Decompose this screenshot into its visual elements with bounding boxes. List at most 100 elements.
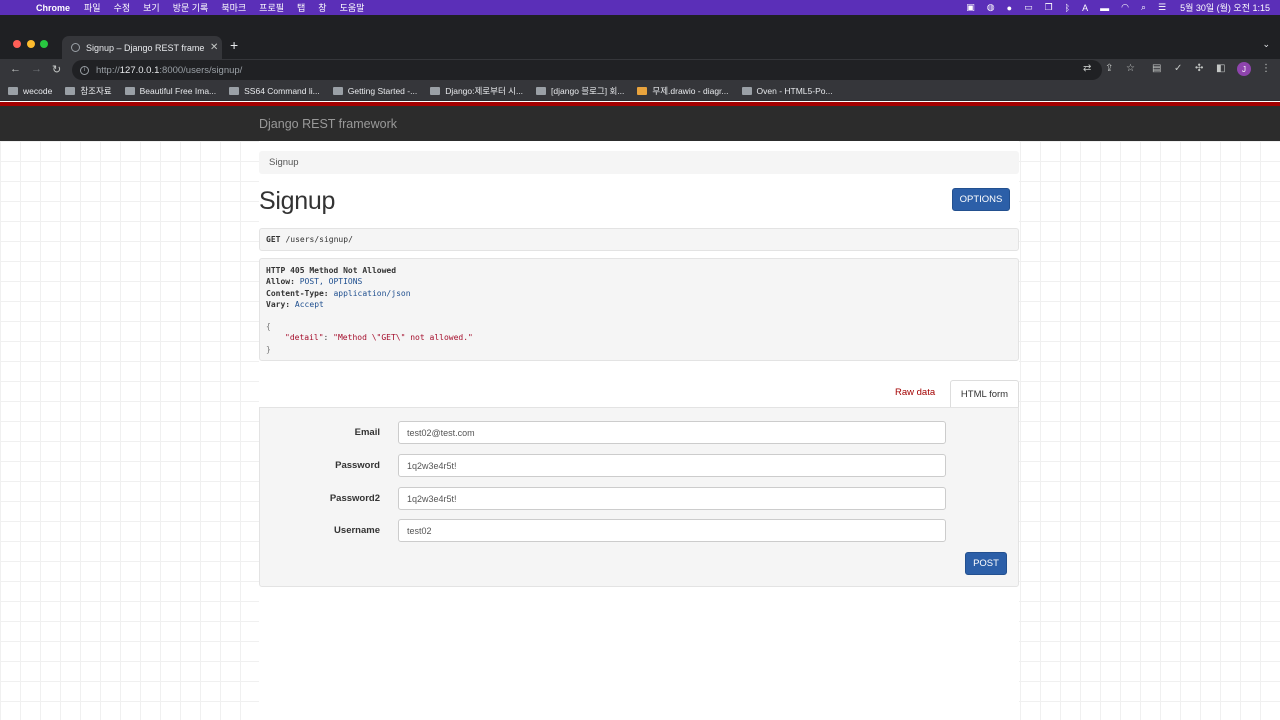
site-icon	[332, 86, 343, 95]
html-form-panel: Email Password Password2 Username POST	[259, 407, 1019, 587]
extension-b-icon[interactable]: ✓	[1174, 63, 1182, 74]
folder-icon	[8, 86, 18, 95]
browser-tab-active[interactable]: Signup – Django REST framew ✕	[62, 36, 222, 59]
browser-toolbar: ← → ↻ i http://127.0.0.1:8000/users/sign…	[0, 59, 1280, 81]
back-arrow-icon[interactable]: ←	[10, 63, 21, 75]
content-container: Signup Signup OPTIONS GET /users/signup/…	[259, 141, 1019, 720]
form-row-username: Username	[260, 519, 1020, 542]
menubar-clock[interactable]: 5월 30일 (월) 오전 1:15	[1180, 1, 1270, 14]
more-menu-icon[interactable]: ⋮	[1261, 63, 1271, 74]
menu-history[interactable]: 방문 기록	[173, 1, 209, 14]
side-panel-icon[interactable]: ◧	[1216, 63, 1225, 74]
extension-a-icon[interactable]: ▤	[1152, 63, 1161, 74]
email-field[interactable]	[398, 421, 946, 444]
address-bar[interactable]: i http://127.0.0.1:8000/users/signup/	[72, 60, 1102, 80]
control-center-icon[interactable]: ☰	[1158, 2, 1166, 13]
display-icon[interactable]: ▭	[1024, 2, 1033, 13]
window-icon[interactable]: ❐	[1045, 2, 1053, 13]
password-field[interactable]	[398, 454, 946, 477]
request-info: GET /users/signup/	[259, 228, 1019, 251]
url-scheme: http://	[96, 64, 120, 76]
bookmark-item[interactable]: Beautiful Free Ima...	[124, 86, 216, 96]
status-tray: ▣ ◍ ● ▭ ❐ ᛒ A ▬ ◠ ⌕ ☰ 5월 30일 (월) 오전 1:15	[954, 0, 1270, 15]
url-path: :8000/users/signup/	[159, 64, 243, 76]
site-icon	[536, 86, 547, 95]
site-icon	[430, 86, 441, 95]
tab-close-icon[interactable]: ✕	[210, 42, 218, 53]
window-close-button[interactable]	[13, 40, 21, 48]
breadcrumb: Signup	[259, 151, 1019, 174]
site-icon	[741, 86, 752, 95]
bookmark-item[interactable]: [django 블로그] 회...	[536, 85, 624, 97]
menu-view[interactable]: 보기	[143, 1, 160, 14]
notification-icon[interactable]: ●	[1007, 3, 1012, 13]
forward-arrow-icon[interactable]: →	[31, 63, 42, 75]
username-field[interactable]	[398, 519, 946, 542]
menu-edit[interactable]: 수정	[114, 1, 131, 14]
extensions-puzzle-icon[interactable]: ✣	[1195, 63, 1203, 74]
drf-brand-link[interactable]: Django REST framework	[259, 117, 397, 131]
breadcrumb-item-signup[interactable]: Signup	[269, 157, 299, 168]
header-name: Allow:	[266, 277, 295, 287]
bluetooth-icon[interactable]: ᛒ	[1065, 3, 1070, 13]
battery-icon[interactable]: ▬	[1100, 3, 1109, 13]
tab-html-form[interactable]: HTML form	[950, 380, 1019, 408]
request-path: /users/signup/	[285, 235, 353, 244]
password-label: Password	[335, 460, 380, 471]
header-value: POST, OPTIONS	[299, 277, 363, 287]
app-name-menu[interactable]: Chrome	[36, 3, 70, 13]
header-name: Content-Type:	[266, 288, 329, 298]
bookmark-item[interactable]: wecode	[8, 86, 52, 96]
bookmarks-bar: wecode 참조자료 Beautiful Free Ima... SS64 C…	[0, 81, 1280, 101]
json-close-brace: }	[266, 344, 271, 354]
new-tab-button[interactable]: +	[230, 37, 238, 53]
spotlight-icon[interactable]: ⌕	[1141, 2, 1146, 13]
menu-window[interactable]: 창	[318, 1, 326, 14]
email-label: Email	[354, 427, 380, 438]
drawio-icon	[637, 86, 648, 95]
share-icon[interactable]: ⇪	[1105, 63, 1113, 74]
tab-search-icon[interactable]: ⌄	[1262, 39, 1270, 50]
menu-tab[interactable]: 탭	[297, 1, 305, 14]
input-source-icon[interactable]: A	[1082, 3, 1088, 13]
bookmark-item[interactable]: 무제.drawio - diagr...	[637, 85, 729, 97]
profile-avatar[interactable]: J	[1237, 62, 1251, 76]
bookmark-item[interactable]: SS64 Command li...	[229, 86, 320, 96]
os-menubar: Chrome 파일 수정 보기 방문 기록 북마크 프로필 탭 창 도움말 ▣ …	[0, 0, 1280, 15]
post-button[interactable]: POST	[965, 552, 1007, 575]
battery-percent-icon[interactable]: ◍	[987, 2, 995, 13]
browser-tabstrip: Signup – Django REST framew ✕ + ⌄	[0, 15, 1280, 59]
menu-help[interactable]: 도움말	[340, 1, 365, 14]
bookmark-item[interactable]: Getting Started -...	[332, 86, 417, 96]
folder-icon	[65, 86, 76, 95]
options-button[interactable]: OPTIONS	[952, 188, 1010, 211]
request-method: GET	[266, 235, 281, 244]
password2-field[interactable]	[398, 487, 946, 510]
url-host: 127.0.0.1	[119, 64, 160, 76]
response-info: HTTP 405 Method Not Allowed Allow: POST,…	[259, 258, 1019, 361]
reload-icon[interactable]: ↻	[52, 63, 61, 76]
menu-profiles[interactable]: 프로필	[259, 1, 284, 14]
wifi-icon[interactable]: ◠	[1121, 2, 1129, 13]
screen-record-icon[interactable]: ▣	[966, 2, 975, 13]
tab-raw-data[interactable]: Raw data	[895, 387, 935, 398]
header-name: Vary:	[266, 299, 291, 309]
tab-title: Signup – Django REST framew	[86, 42, 204, 53]
form-row-email: Email	[260, 421, 1020, 444]
menu-file[interactable]: 파일	[84, 1, 101, 14]
header-value: application/json	[333, 288, 411, 298]
globe-icon	[71, 43, 80, 52]
bookmark-item[interactable]: Django:제로부터 시...	[430, 85, 523, 97]
info-icon[interactable]: i	[80, 65, 89, 75]
site-icon	[124, 86, 135, 95]
menu-bookmarks[interactable]: 북마크	[221, 1, 246, 14]
header-value: Accept	[294, 299, 324, 309]
translate-icon[interactable]: ⇄	[1083, 63, 1091, 74]
window-maximize-button[interactable]	[40, 40, 48, 48]
bookmark-item[interactable]: 참조자료	[65, 85, 112, 97]
page-title: Signup	[259, 187, 336, 215]
username-label: Username	[334, 525, 380, 536]
bookmark-star-icon[interactable]: ☆	[1126, 63, 1135, 74]
bookmark-item[interactable]: Oven - HTML5-Po...	[741, 86, 833, 96]
window-minimize-button[interactable]	[27, 40, 35, 48]
